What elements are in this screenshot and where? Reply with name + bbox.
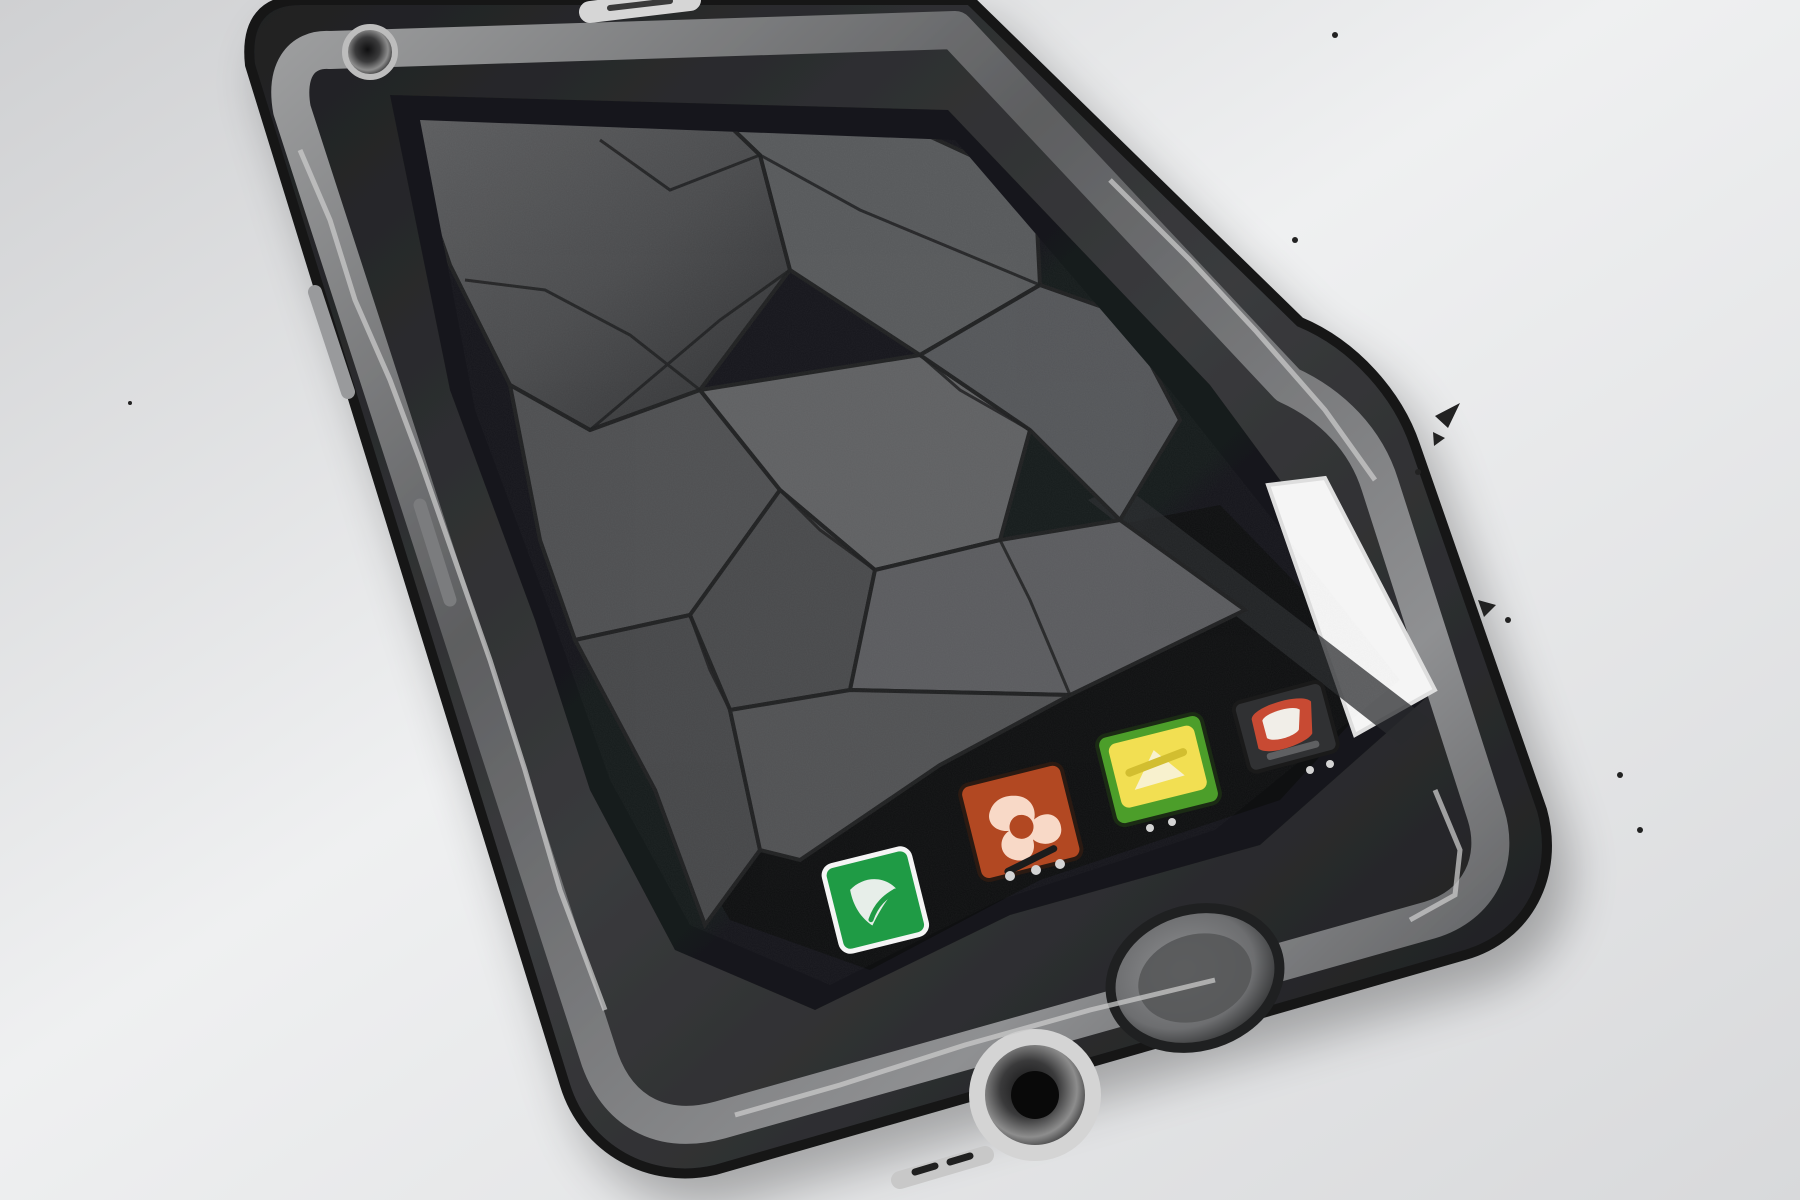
- top-camera: [342, 24, 398, 80]
- camera-lens-center: [1011, 1071, 1059, 1119]
- green-app-icon: [821, 846, 930, 954]
- photo-canvas: [0, 0, 1800, 1200]
- broken-phone-photo: [0, 0, 1800, 1200]
